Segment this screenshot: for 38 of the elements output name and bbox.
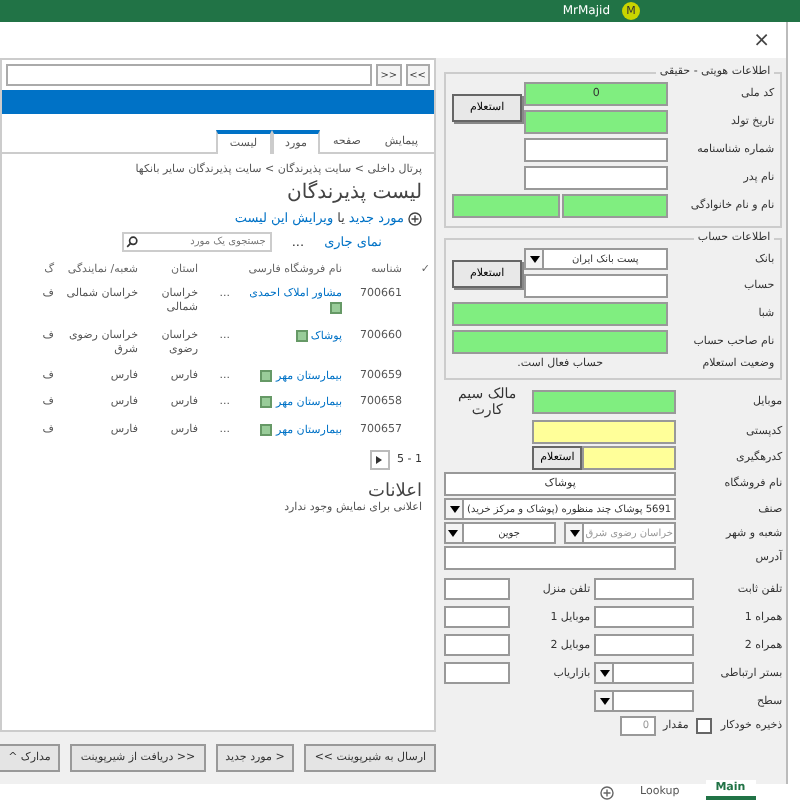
input-field[interactable] [524, 110, 669, 134]
input-field[interactable] [532, 390, 677, 414]
input-field[interactable] [452, 330, 669, 354]
search-icon[interactable] [125, 236, 138, 248]
input-field[interactable] [594, 606, 695, 628]
input-field[interactable] [452, 302, 669, 326]
input-field[interactable] [524, 138, 669, 162]
new-icon [260, 423, 273, 436]
close-button[interactable]: × [753, 29, 770, 51]
input-field[interactable] [524, 274, 669, 298]
input-field[interactable] [444, 546, 677, 570]
dropdown-arrow-icon[interactable] [596, 692, 615, 710]
list-title: لیست پذیرندگان [285, 182, 422, 204]
checkbox[interactable] [696, 718, 713, 734]
input-field[interactable] [444, 634, 511, 656]
add-icon[interactable] [408, 211, 422, 225]
dropdown-arrow-icon[interactable] [446, 500, 464, 518]
input-field[interactable] [444, 662, 511, 684]
new-icon [330, 302, 342, 314]
dropdown-arrow-icon[interactable] [596, 664, 615, 682]
play-icon[interactable] [376, 456, 383, 465]
new-icon [295, 329, 308, 342]
address-field[interactable] [6, 64, 373, 86]
input-field[interactable] [594, 578, 695, 600]
input-field[interactable] [444, 606, 511, 628]
new-icon [260, 396, 273, 409]
input-field[interactable] [532, 420, 677, 444]
new-icon [260, 369, 273, 382]
input-field[interactable] [594, 634, 695, 656]
announcements-title: اعلانات [366, 482, 424, 503]
input-field[interactable] [561, 194, 669, 218]
input-field[interactable] [582, 446, 677, 470]
dropdown-arrow-icon[interactable] [445, 524, 464, 542]
input-field[interactable] [524, 166, 669, 190]
dropdown-arrow-icon[interactable] [526, 250, 545, 268]
input-field[interactable] [451, 194, 560, 218]
add-sheet-icon[interactable] [600, 786, 614, 800]
input-field[interactable] [444, 578, 511, 600]
